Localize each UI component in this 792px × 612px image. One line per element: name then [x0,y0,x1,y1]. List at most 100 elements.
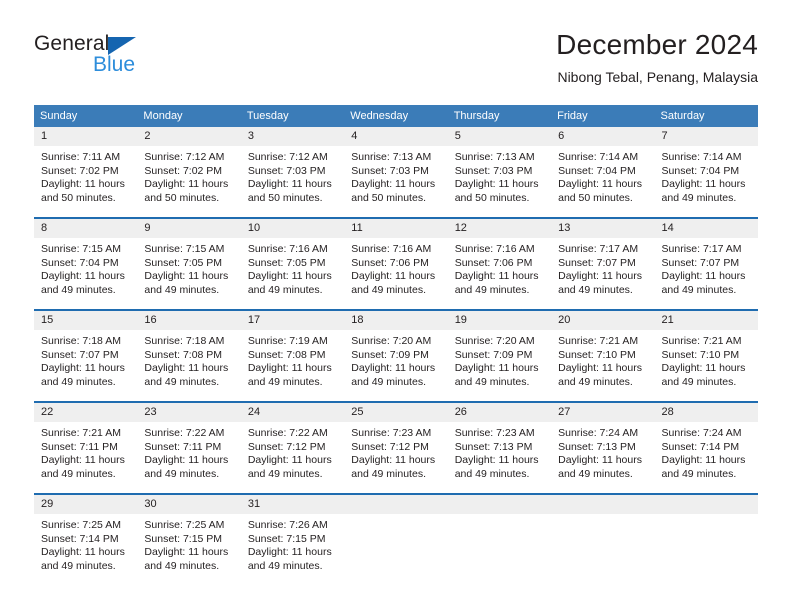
calendar-day-cell[interactable]: 15 Sunrise: 7:18 AM Sunset: 7:07 PM Dayligh… [34,309,138,402]
calendar-day-cell[interactable]: 26 Sunrise: 7:23 AM Sunset: 7:13 PM Dayligh… [447,401,552,494]
day-daylight-line: and 49 minutes. [247,559,323,572]
calendar-day-cell[interactable]: 18 Sunrise: 7:20 AM Sunset: 7:09 PM Dayligh… [344,309,448,402]
day-daylight-line: Daylight: 11 hours [247,270,332,282]
day-cell-inner: 17 Sunrise: 7:19 AM Sunset: 7:08 PM Dayligh… [240,311,345,401]
day-details: Sunrise: 7:18 AM Sunset: 7:07 PM Daylight:… [34,330,137,389]
calendar-day-cell[interactable]: 16 Sunrise: 7:18 AM Sunset: 7:08 PM Dayligh… [137,309,241,402]
calendar-week-row: 1 Sunrise: 7:11 AM Sunset: 7:02 PM Daylight… [34,127,758,218]
day-cell-inner: 29 Sunrise: 7:25 AM Sunset: 7:14 PM Dayligh… [34,495,138,585]
calendar-day-cell[interactable]: 27 Sunrise: 7:24 AM Sunset: 7:13 PM Dayligh… [551,401,655,494]
day-details: Sunrise: 7:24 AM Sunset: 7:13 PM Daylight:… [551,422,654,481]
calendar-page: General Blue December 2024 Nibong Tebal,… [0,0,792,612]
calendar-day-cell[interactable]: 17 Sunrise: 7:19 AM Sunset: 7:08 PM Dayligh… [240,309,345,402]
calendar-day-cell[interactable]: 8 Sunrise: 7:15 AM Sunset: 7:04 PM Daylight… [34,217,138,310]
day-sunset-line: Sunset: 7:07 PM [558,256,636,269]
calendar-day-cell[interactable]: 2 Sunrise: 7:12 AM Sunset: 7:02 PM Daylight… [137,127,241,218]
day-sunset-line: Sunset: 7:12 PM [247,440,326,453]
day-number: 19 [447,311,552,330]
day-cell-inner: 8 Sunrise: 7:15 AM Sunset: 7:04 PM Daylight… [34,219,138,309]
calendar-day-cell[interactable]: 23 Sunrise: 7:22 AM Sunset: 7:11 PM Dayligh… [137,401,241,494]
day-sunset-line: Sunset: 7:06 PM [454,256,533,269]
day-details: Sunrise: 7:14 AM Sunset: 7:04 PM Daylight:… [551,146,654,205]
day-sunrise-line: Sunrise: 7:21 AM [41,427,121,439]
day-cell-inner [654,495,758,585]
calendar-day-cell[interactable]: 1 Sunrise: 7:11 AM Sunset: 7:02 PM Daylight… [34,127,138,218]
day-sunset-line: Sunset: 7:10 PM [661,348,740,361]
calendar-day-cell[interactable]: 6 Sunrise: 7:14 AM Sunset: 7:04 PM Daylight… [551,127,655,218]
calendar-day-cell[interactable]: 13 Sunrise: 7:17 AM Sunset: 7:07 PM Dayligh… [551,217,655,310]
day-details: Sunrise: 7:22 AM Sunset: 7:11 PM Daylight:… [137,422,240,481]
calendar-day-cell[interactable]: 10 Sunrise: 7:16 AM Sunset: 7:05 PM Dayligh… [240,217,345,310]
day-daylight-line: and 49 minutes. [558,467,633,480]
day-sunset-line: Sunset: 7:05 PM [144,256,223,269]
calendar-day-cell[interactable]: 9 Sunrise: 7:15 AM Sunset: 7:05 PM Daylight… [137,217,241,310]
calendar-week-row: 8 Sunrise: 7:15 AM Sunset: 7:04 PM Daylight… [34,217,758,310]
weekday-header-wednesday: Wednesday [344,105,448,127]
day-sunset-line: Sunset: 7:13 PM [558,440,636,453]
day-cell-inner: 22 Sunrise: 7:21 AM Sunset: 7:11 PM Dayligh… [34,403,138,493]
day-sunrise-line: Sunrise: 7:14 AM [661,151,742,163]
calendar-day-cell[interactable]: 22 Sunrise: 7:21 AM Sunset: 7:11 PM Dayligh… [34,401,138,494]
day-details: Sunrise: 7:11 AM Sunset: 7:02 PM Daylight:… [34,146,137,205]
day-details [655,514,758,519]
calendar-day-cell[interactable]: 29 Sunrise: 7:25 AM Sunset: 7:14 PM Dayligh… [34,493,138,585]
calendar-day-cell[interactable]: 20 Sunrise: 7:21 AM Sunset: 7:10 PM Dayligh… [551,309,655,402]
day-cell-inner: 23 Sunrise: 7:22 AM Sunset: 7:11 PM Dayligh… [137,403,241,493]
calendar-day-cell[interactable]: 28 Sunrise: 7:24 AM Sunset: 7:14 PM Dayligh… [654,401,758,494]
day-number: 3 [240,127,345,146]
day-daylight-line: Daylight: 11 hours [454,362,539,374]
calendar-day-cell[interactable]: 31 Sunrise: 7:26 AM Sunset: 7:15 PM Dayligh… [240,493,345,585]
day-sunset-line: Sunset: 7:03 PM [247,164,326,177]
day-daylight-line: and 49 minutes. [558,375,633,388]
day-daylight-line: Daylight: 11 hours [41,270,125,282]
day-number: 14 [654,219,758,238]
day-sunrise-line: Sunrise: 7:25 AM [144,519,225,531]
day-number: 12 [447,219,552,238]
day-cell-inner: 9 Sunrise: 7:15 AM Sunset: 7:05 PM Daylight… [137,219,241,309]
day-sunrise-line: Sunrise: 7:22 AM [144,427,225,439]
calendar-day-cell[interactable]: 5 Sunrise: 7:13 AM Sunset: 7:03 PM Daylight… [447,127,552,218]
day-number: 26 [447,403,552,422]
calendar-day-cell[interactable]: 7 Sunrise: 7:14 AM Sunset: 7:04 PM Daylight… [654,127,758,218]
day-details: Sunrise: 7:15 AM Sunset: 7:05 PM Daylight:… [137,238,240,297]
day-details: Sunrise: 7:21 AM Sunset: 7:11 PM Daylight:… [34,422,137,481]
day-cell-inner: 10 Sunrise: 7:16 AM Sunset: 7:05 PM Dayligh… [240,219,345,309]
day-number: 29 [34,495,138,514]
calendar-empty-cell [447,493,552,585]
weekday-header-tuesday: Tuesday [240,105,345,127]
day-daylight-line: and 49 minutes. [351,467,426,480]
day-sunset-line: Sunset: 7:12 PM [351,440,429,453]
day-daylight-line: Daylight: 11 hours [144,454,229,466]
day-sunrise-line: Sunrise: 7:21 AM [661,335,742,347]
day-details: Sunrise: 7:13 AM Sunset: 7:03 PM Daylight:… [344,146,447,205]
general-blue-logo[interactable]: General Blue [34,32,164,86]
calendar-day-cell[interactable]: 19 Sunrise: 7:20 AM Sunset: 7:09 PM Dayligh… [447,309,552,402]
calendar-day-cell[interactable]: 24 Sunrise: 7:22 AM Sunset: 7:12 PM Dayligh… [240,401,345,494]
day-daylight-line: Daylight: 11 hours [247,454,332,466]
calendar-day-cell[interactable]: 30 Sunrise: 7:25 AM Sunset: 7:15 PM Dayligh… [137,493,241,585]
calendar-day-cell[interactable]: 4 Sunrise: 7:13 AM Sunset: 7:03 PM Daylight… [344,127,448,218]
day-cell-inner: 7 Sunrise: 7:14 AM Sunset: 7:04 PM Daylight… [654,127,758,217]
day-details: Sunrise: 7:23 AM Sunset: 7:13 PM Daylight:… [448,422,551,481]
day-daylight-line: and 49 minutes. [454,283,530,296]
calendar-day-cell[interactable]: 25 Sunrise: 7:23 AM Sunset: 7:12 PM Dayligh… [344,401,448,494]
day-number [447,495,552,514]
day-details: Sunrise: 7:26 AM Sunset: 7:15 PM Daylight:… [241,514,344,573]
day-daylight-line: Daylight: 11 hours [351,270,436,282]
day-daylight-line: Daylight: 11 hours [41,178,125,190]
day-details: Sunrise: 7:17 AM Sunset: 7:07 PM Daylight:… [655,238,758,297]
day-details: Sunrise: 7:25 AM Sunset: 7:14 PM Daylight:… [34,514,137,573]
calendar-day-cell[interactable]: 14 Sunrise: 7:17 AM Sunset: 7:07 PM Dayligh… [654,217,758,310]
calendar-day-cell[interactable]: 11 Sunrise: 7:16 AM Sunset: 7:06 PM Dayligh… [344,217,448,310]
calendar-grid: Sunday Monday Tuesday Wednesday Thursday… [34,105,758,585]
day-details: Sunrise: 7:17 AM Sunset: 7:07 PM Daylight:… [551,238,654,297]
calendar-day-cell[interactable]: 21 Sunrise: 7:21 AM Sunset: 7:10 PM Dayligh… [654,309,758,402]
day-number: 16 [137,311,241,330]
day-sunset-line: Sunset: 7:04 PM [41,256,119,269]
calendar-day-cell[interactable]: 3 Sunrise: 7:12 AM Sunset: 7:03 PM Daylight… [240,127,345,218]
day-number: 15 [34,311,138,330]
day-cell-inner: 6 Sunrise: 7:14 AM Sunset: 7:04 PM Daylight… [551,127,655,217]
day-sunrise-line: Sunrise: 7:16 AM [351,243,432,255]
day-number: 27 [551,403,655,422]
calendar-day-cell[interactable]: 12 Sunrise: 7:16 AM Sunset: 7:06 PM Dayligh… [447,217,552,310]
